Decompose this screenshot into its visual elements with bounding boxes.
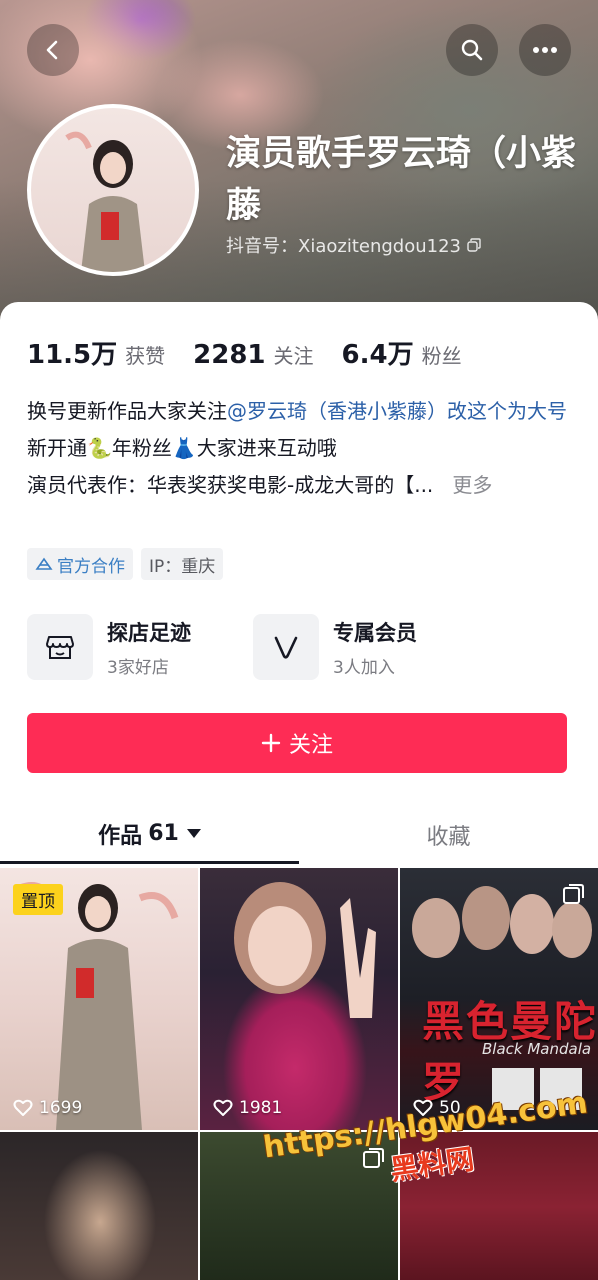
follow-label: 关注 [288, 733, 333, 758]
bio-text: 演员代表作：华表奖获奖电影-成龙大哥的【... [27, 473, 434, 497]
stat-followers[interactable]: 6.4万 粉丝 [342, 334, 462, 371]
caret-down-icon [186, 829, 201, 838]
stat-label: 粉丝 [421, 344, 462, 368]
like-count-text: 1981 [239, 1098, 283, 1118]
feature-store-visits[interactable]: 探店足迹 3家好店 [27, 614, 253, 680]
bio-line-2: 新开通🐍年粉丝👗大家进来互动哦 [27, 436, 337, 460]
bio-mention-link[interactable]: @罗云琦（香港小紫藤）改这个为大号 [227, 399, 567, 423]
tab-label: 作品 [98, 823, 143, 849]
video-grid: 置顶 1699 1981 黑色曼陀罗 Black Mandala 50 [0, 868, 598, 1280]
feature-text: 专属会员 3人加入 [333, 617, 417, 678]
thumbnail-figure [234, 882, 376, 1018]
official-icon [35, 557, 53, 570]
video-thumbnail[interactable] [0, 1132, 198, 1280]
feature-title: 探店足迹 [107, 620, 191, 645]
follow-button[interactable]: 关注 [27, 713, 567, 773]
multi-image-icon [562, 882, 586, 910]
copy-icon [467, 238, 481, 252]
douyin-id-text: 抖音号：Xiaozitengdou123 [226, 236, 461, 257]
plus-icon [261, 733, 281, 753]
content-tabs: 作品 61 收藏 [0, 806, 598, 864]
feature-subtitle: 3人加入 [333, 657, 395, 678]
profile-name: 演员歌手罗云琦（小紫藤 [226, 134, 577, 226]
stat-number: 2281 [193, 340, 266, 370]
feature-text: 探店足迹 3家好店 [107, 617, 191, 678]
bio-text: 换号更新作品大家关注 [27, 399, 227, 423]
like-count-text: 1699 [39, 1098, 83, 1118]
stat-label: 关注 [273, 344, 314, 368]
tag-ip-location: IP：重庆 [141, 548, 224, 580]
stat-number: 11.5万 [27, 340, 118, 370]
bio-line-1: 换号更新作品大家关注@罗云琦（香港小紫藤）改这个为大号 [27, 393, 575, 430]
profile-tags: 官方合作 IP：重庆 [27, 548, 224, 580]
more-icon [533, 47, 557, 53]
heart-icon [13, 1099, 33, 1116]
tab-works[interactable]: 作品 61 [0, 806, 299, 864]
tag-label: IP：重庆 [149, 556, 216, 577]
video-thumbnail[interactable]: 1981 [200, 868, 398, 1130]
bio-line-3: 演员代表作：华表奖获奖电影-成龙大哥的【... 更多 [27, 467, 575, 504]
bio-more-link[interactable]: 更多 [452, 473, 492, 497]
feature-title: 专属会员 [333, 620, 417, 645]
profile-features: 探店足迹 3家好店 专属会员 3人加入 [27, 614, 479, 680]
heart-icon [213, 1099, 233, 1116]
more-options-button[interactable] [519, 24, 571, 76]
video-thumbnail[interactable]: 置顶 1699 [0, 868, 198, 1130]
like-count: 1981 [213, 1098, 282, 1118]
stat-number: 6.4万 [341, 340, 414, 370]
like-count: 1699 [13, 1098, 82, 1118]
search-button[interactable] [446, 24, 498, 76]
pinned-badge: 置顶 [13, 884, 63, 915]
store-icon [27, 614, 93, 680]
avatar[interactable] [27, 104, 199, 276]
back-button[interactable] [27, 24, 79, 76]
stat-following[interactable]: 2281 关注 [193, 340, 313, 370]
feature-membership[interactable]: 专属会员 3人加入 [253, 614, 479, 680]
tab-favorites[interactable]: 收藏 [299, 806, 598, 864]
back-icon [46, 40, 58, 60]
profile-stats: 11.5万 获赞 2281 关注 6.4万 粉丝 [27, 334, 490, 371]
tab-count: 61 [148, 821, 179, 846]
avatar-figure [65, 131, 145, 272]
search-icon [461, 39, 483, 61]
membership-icon [253, 614, 319, 680]
feature-subtitle: 3家好店 [107, 657, 169, 678]
douyin-id[interactable]: 抖音号：Xiaozitengdou123 [226, 232, 481, 258]
tag-official[interactable]: 官方合作 [27, 548, 133, 580]
tab-label: 收藏 [426, 825, 471, 850]
tag-label: 官方合作 [57, 556, 125, 577]
stat-label: 获赞 [125, 344, 166, 368]
stat-likes[interactable]: 11.5万 获赞 [27, 334, 165, 371]
profile-bio: 换号更新作品大家关注@罗云琦（香港小紫藤）改这个为大号 新开通🐍年粉丝👗大家进来… [27, 393, 575, 504]
poster-subtitle: Black Mandala [482, 1040, 592, 1058]
